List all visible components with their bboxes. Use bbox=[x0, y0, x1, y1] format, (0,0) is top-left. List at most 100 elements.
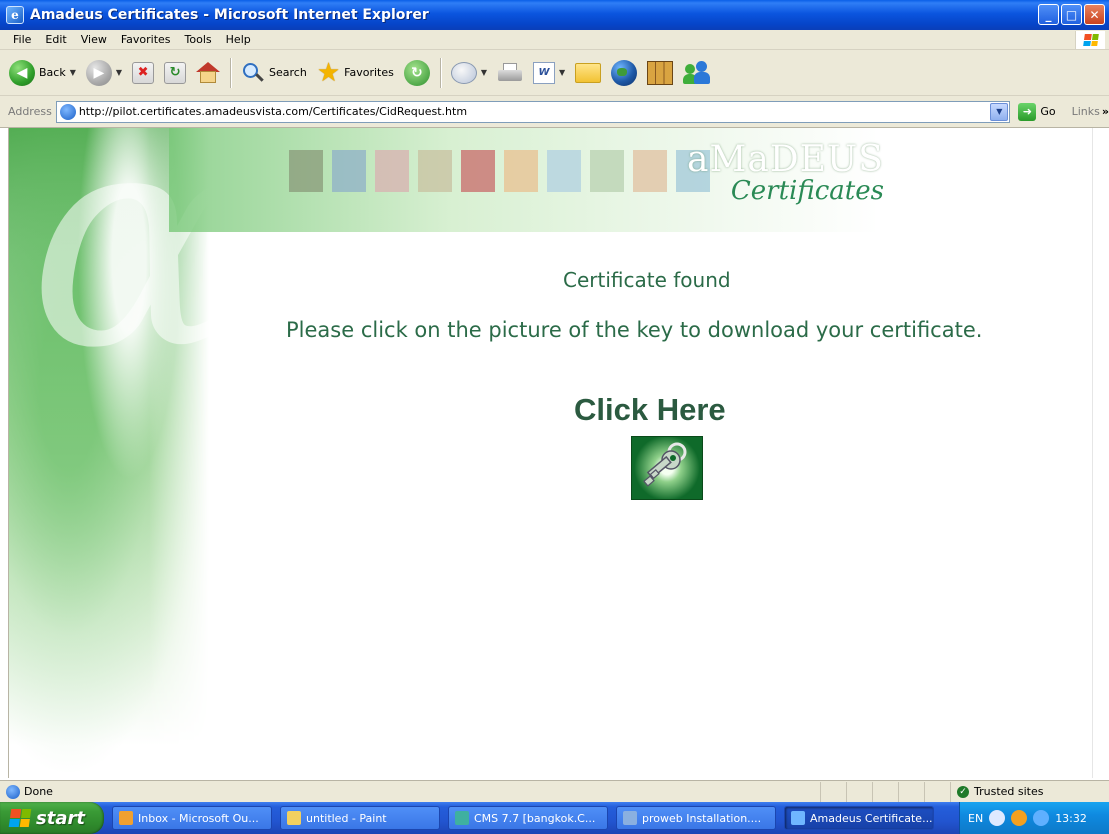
window-controls: _ □ ✕ bbox=[1038, 4, 1105, 25]
forward-dropdown-icon[interactable]: ▼ bbox=[116, 68, 122, 77]
edit-button[interactable]: W ▼ bbox=[530, 55, 568, 91]
stop-icon: ✖ bbox=[132, 61, 155, 84]
status-cell bbox=[924, 781, 950, 802]
taskbar-item-outlook[interactable]: Inbox - Microsoft Ou... bbox=[112, 806, 272, 830]
taskbar-item-cms[interactable]: CMS 7.7 [bangkok.C... bbox=[448, 806, 608, 830]
links-chevron-icon[interactable]: » bbox=[1102, 105, 1109, 118]
close-button[interactable]: ✕ bbox=[1084, 4, 1105, 25]
maximize-button[interactable]: □ bbox=[1061, 4, 1082, 25]
home-button[interactable] bbox=[193, 55, 223, 91]
tray-arrow-icon[interactable] bbox=[989, 810, 1006, 826]
print-button[interactable] bbox=[494, 55, 526, 91]
mail-dropdown-icon[interactable]: ▼ bbox=[481, 68, 487, 77]
research-button[interactable] bbox=[644, 55, 676, 91]
tray-clock[interactable]: 13:32 bbox=[1055, 812, 1087, 825]
start-label: start bbox=[36, 807, 85, 829]
messenger-button[interactable] bbox=[680, 55, 714, 91]
taskbar-item-label: Inbox - Microsoft Ou... bbox=[138, 811, 259, 825]
go-label: Go bbox=[1040, 105, 1056, 118]
status-page-icon bbox=[6, 784, 20, 799]
address-dropdown-icon[interactable]: ▼ bbox=[990, 102, 1009, 121]
status-cell bbox=[872, 781, 898, 802]
cms-icon bbox=[455, 811, 469, 825]
window-title: Amadeus Certificates - Microsoft Interne… bbox=[30, 7, 429, 23]
globe-button[interactable] bbox=[608, 55, 640, 91]
search-label: Search bbox=[269, 66, 307, 79]
word-doc-icon bbox=[623, 811, 637, 825]
search-icon bbox=[241, 61, 265, 85]
header-banner: aMaDEUS Certificates bbox=[169, 128, 884, 232]
forward-arrow-icon: ▶ bbox=[85, 59, 112, 86]
status-bar: Done ✓ Trusted sites bbox=[0, 780, 1109, 802]
menu-edit[interactable]: Edit bbox=[38, 33, 73, 46]
click-here-link[interactable]: Click Here bbox=[574, 392, 726, 428]
status-text: Done bbox=[24, 785, 53, 798]
taskbar-item-proweb[interactable]: proweb Installation.... bbox=[616, 806, 776, 830]
forward-button[interactable]: ▶ ▼ bbox=[83, 55, 125, 91]
taskbar-item-label: untitled - Paint bbox=[306, 811, 387, 825]
windows-flag-icon bbox=[1082, 34, 1099, 46]
back-button[interactable]: ◀ Back ▼ bbox=[6, 55, 79, 91]
status-cells bbox=[820, 781, 950, 802]
favorites-star-icon: ★ bbox=[316, 57, 341, 88]
address-input[interactable]: http://pilot.certificates.amadeusvista.c… bbox=[55, 100, 1011, 123]
menu-favorites[interactable]: Favorites bbox=[114, 33, 178, 46]
search-button[interactable]: Search bbox=[238, 55, 310, 91]
menu-bar: File Edit View Favorites Tools Help bbox=[0, 30, 1109, 50]
folder-button[interactable] bbox=[572, 55, 604, 91]
folder-icon bbox=[575, 62, 602, 83]
media-button[interactable]: ↻ bbox=[401, 55, 433, 91]
system-tray: EN 13:32 bbox=[959, 802, 1109, 834]
color-blocks-decoration bbox=[289, 150, 710, 192]
media-icon: ↻ bbox=[403, 59, 430, 86]
taskbar-item-amadeus[interactable]: Amadeus Certificate... bbox=[784, 806, 934, 830]
globe-icon bbox=[611, 59, 638, 86]
messenger-icon bbox=[683, 60, 711, 85]
start-button[interactable]: start bbox=[0, 802, 104, 834]
toolbar-separator bbox=[439, 57, 441, 88]
word-edit-icon: W bbox=[533, 61, 555, 84]
address-label: Address bbox=[8, 105, 52, 118]
brand-name: aMaDEUS bbox=[687, 139, 884, 180]
home-icon bbox=[196, 61, 221, 84]
ie-app-icon[interactable]: e bbox=[6, 6, 24, 24]
address-url[interactable]: http://pilot.certificates.amadeusvista.c… bbox=[79, 105, 467, 118]
menu-help[interactable]: Help bbox=[219, 33, 258, 46]
links-label[interactable]: Links bbox=[1072, 105, 1100, 118]
tray-network-icon[interactable] bbox=[1033, 810, 1050, 826]
favorites-label: Favorites bbox=[344, 66, 394, 79]
menu-tools[interactable]: Tools bbox=[178, 33, 219, 46]
key-download-button[interactable] bbox=[631, 436, 703, 500]
mail-button[interactable]: ▼ bbox=[448, 55, 490, 91]
go-arrow-icon: ➜ bbox=[1018, 102, 1037, 121]
windows-flag-icon bbox=[8, 809, 32, 827]
download-instruction: Please click on the picture of the key t… bbox=[286, 318, 983, 342]
menu-file[interactable]: File bbox=[6, 33, 38, 46]
key-icon bbox=[643, 442, 687, 487]
status-cell bbox=[898, 781, 924, 802]
go-button[interactable]: ➜ Go bbox=[1018, 102, 1056, 121]
favorites-button[interactable]: ★ Favorites bbox=[314, 55, 397, 91]
tray-clock-app-icon[interactable] bbox=[1011, 810, 1028, 826]
vertical-scrollbar[interactable] bbox=[1092, 128, 1109, 778]
edit-dropdown-icon[interactable]: ▼ bbox=[559, 68, 565, 77]
menu-view[interactable]: View bbox=[74, 33, 114, 46]
ie-icon bbox=[791, 811, 805, 825]
stop-button[interactable]: ✖ bbox=[129, 55, 157, 91]
refresh-button[interactable]: ↻ bbox=[161, 55, 189, 91]
security-zone[interactable]: ✓ Trusted sites bbox=[950, 781, 1105, 802]
back-dropdown-icon[interactable]: ▼ bbox=[70, 68, 76, 77]
refresh-icon: ↻ bbox=[164, 61, 187, 84]
taskbar-item-paint[interactable]: untitled - Paint bbox=[280, 806, 440, 830]
status-cell bbox=[820, 781, 846, 802]
taskbar: start Inbox - Microsoft Ou... untitled -… bbox=[0, 802, 1109, 834]
brand-subtitle: Certificates bbox=[730, 176, 884, 206]
status-cell bbox=[846, 781, 872, 802]
page-content: α aMaDEUS Certificates Certificate found… bbox=[8, 128, 1092, 778]
taskbar-item-label: Amadeus Certificate... bbox=[810, 811, 933, 825]
window-titlebar[interactable]: e Amadeus Certificates - Microsoft Inter… bbox=[0, 0, 1109, 30]
language-indicator[interactable]: EN bbox=[968, 812, 983, 825]
minimize-button[interactable]: _ bbox=[1038, 4, 1059, 25]
address-bar: Address http://pilot.certificates.amadeu… bbox=[0, 96, 1109, 128]
trusted-check-icon: ✓ bbox=[957, 785, 969, 798]
